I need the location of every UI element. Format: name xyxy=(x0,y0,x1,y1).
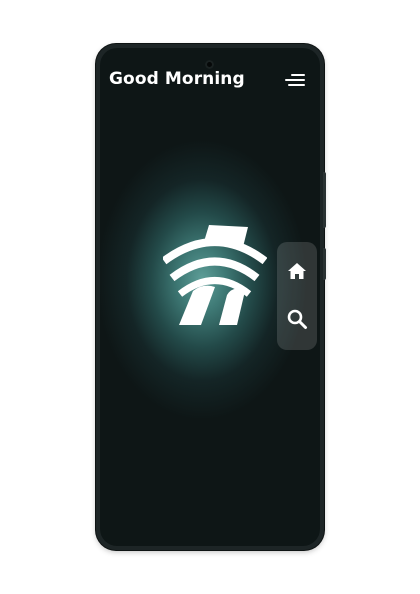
home-icon[interactable] xyxy=(285,259,309,283)
hamburger-menu-icon[interactable] xyxy=(283,72,305,88)
volume-button xyxy=(323,172,326,228)
search-icon[interactable] xyxy=(285,307,309,331)
power-button xyxy=(323,248,326,280)
app-screen: Good Morning xyxy=(100,48,320,546)
greeting-title: Good Morning xyxy=(109,69,245,89)
house-signal-logo-icon xyxy=(163,225,267,325)
front-camera xyxy=(205,60,214,69)
side-dock xyxy=(277,242,317,350)
